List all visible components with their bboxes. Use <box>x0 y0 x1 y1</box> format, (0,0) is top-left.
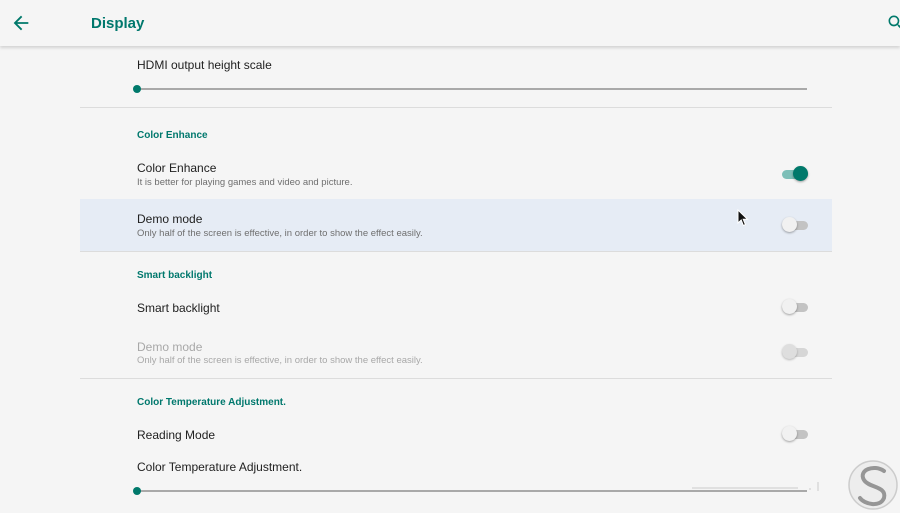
hdmi-height-scale-title: HDMI output height scale <box>137 58 272 72</box>
color-enhance-summary: It is better for playing games and video… <box>137 177 353 188</box>
color-temperature-title: Color Temperature Adjustment. <box>137 460 303 474</box>
reading-mode-title: Reading Mode <box>137 428 216 442</box>
switch-thumb <box>782 344 797 359</box>
category-color-enhance: Color Enhance <box>137 130 208 141</box>
switch-thumb <box>782 299 797 314</box>
app-bar: Display <box>0 0 900 46</box>
divider <box>80 378 832 379</box>
smart-backlight-demo-mode-title: Demo mode <box>137 340 203 354</box>
color-enhance-title: Color Enhance <box>137 161 217 175</box>
switch-thumb <box>782 426 797 441</box>
slider-thumb[interactable] <box>133 487 141 495</box>
category-smart-backlight: Smart backlight <box>137 270 213 281</box>
divider <box>80 251 832 252</box>
category-color-temperature: Color Temperature Adjustment. <box>137 397 286 408</box>
demo-mode-pref[interactable]: Demo mode Only half of the screen is eff… <box>80 199 832 251</box>
watermark-graphic <box>692 460 898 510</box>
smart-backlight-title: Smart backlight <box>137 301 220 315</box>
switch-thumb <box>793 166 808 181</box>
smart-backlight-demo-mode-pref: Demo mode Only half of the screen is eff… <box>80 328 832 378</box>
arrow-back-icon[interactable] <box>10 12 32 34</box>
mouse-cursor-icon <box>737 209 749 227</box>
switch-thumb <box>782 217 797 232</box>
watermark-logo <box>688 458 900 513</box>
slider-track <box>137 88 807 90</box>
hdmi-height-scale-pref: HDMI output height scale <box>80 46 832 107</box>
hdmi-height-scale-slider[interactable] <box>133 84 807 94</box>
demo-mode-summary: Only half of the screen is effective, in… <box>137 228 423 239</box>
color-enhance-switch[interactable] <box>782 166 808 182</box>
search-icon[interactable] <box>886 13 900 33</box>
demo-mode-switch[interactable] <box>782 217 808 233</box>
smart-backlight-pref[interactable]: Smart backlight <box>80 286 832 328</box>
smart-backlight-demo-mode-switch <box>782 344 808 360</box>
reading-mode-pref[interactable]: Reading Mode <box>80 414 832 452</box>
slider-thumb[interactable] <box>133 85 141 93</box>
color-enhance-pref[interactable]: Color Enhance It is better for playing g… <box>80 148 832 199</box>
divider <box>80 107 832 108</box>
smart-backlight-switch[interactable] <box>782 299 808 315</box>
smart-backlight-demo-mode-summary: Only half of the screen is effective, in… <box>137 355 423 366</box>
page-title: Display <box>91 15 145 32</box>
reading-mode-switch[interactable] <box>782 426 808 442</box>
demo-mode-title: Demo mode <box>137 212 203 226</box>
